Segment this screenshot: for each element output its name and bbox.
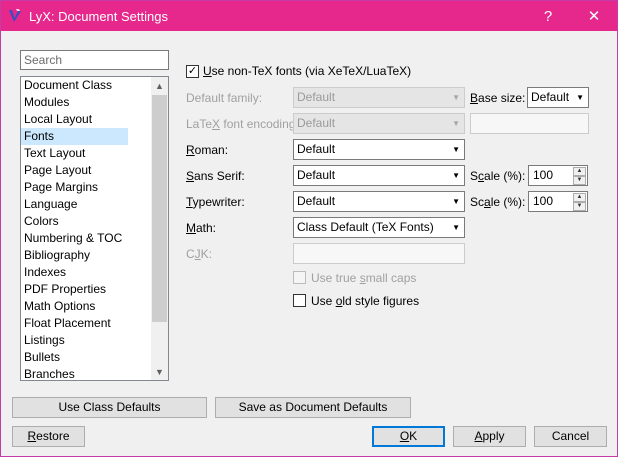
cjk-label: CJK: <box>186 247 213 261</box>
sidebar-item-indexes[interactable]: Indexes <box>21 264 128 281</box>
sidebar-item-math-options[interactable]: Math Options <box>21 298 128 315</box>
category-scrollbar[interactable]: ▲ ▼ <box>151 77 168 380</box>
chevron-down-icon: ▼ <box>452 223 460 232</box>
roman-font-select[interactable]: Default ▼ <box>293 139 465 160</box>
title-bar[interactable]: LyX: Document Settings ? ✕ <box>1 1 617 31</box>
sidebar-item-pdf-properties[interactable]: PDF Properties <box>21 281 128 298</box>
scroll-up-icon[interactable]: ▲ <box>151 77 168 94</box>
save-document-defaults-button[interactable]: Save as Document Defaults <box>215 397 411 418</box>
chevron-down-icon: ▼ <box>576 93 584 102</box>
close-icon[interactable]: ✕ <box>571 1 617 31</box>
sidebar-item-listings[interactable]: Listings <box>21 332 128 349</box>
sidebar-item-bibliography[interactable]: Bibliography <box>21 247 128 264</box>
typewriter-scale-label: Scale (%): <box>470 195 526 209</box>
typewriter-label: Typewriter: <box>186 195 245 209</box>
sans-scale-spinbox[interactable]: 100 ▲ ▼ <box>528 165 588 186</box>
sidebar-item-modules[interactable]: Modules <box>21 94 128 111</box>
sidebar-item-local-layout[interactable]: Local Layout <box>21 111 128 128</box>
latex-encoding-label: LaTeX font encoding: <box>186 117 299 131</box>
spin-down-icon[interactable]: ▼ <box>573 176 586 185</box>
restore-button[interactable]: Restore <box>12 426 85 447</box>
chevron-down-icon: ▼ <box>452 119 460 128</box>
sidebar-item-text-layout[interactable]: Text Layout <box>21 145 128 162</box>
latex-encoding-field[interactable] <box>470 113 589 134</box>
sidebar-item-fonts[interactable]: Fonts <box>21 128 128 145</box>
scroll-down-icon[interactable]: ▼ <box>151 363 168 380</box>
latex-encoding-select[interactable]: Default ▼ <box>293 113 465 134</box>
use-class-defaults-button[interactable]: Use Class Defaults <box>12 397 207 418</box>
math-label: Math: <box>186 221 217 235</box>
sidebar-item-page-layout[interactable]: Page Layout <box>21 162 128 179</box>
sidebar-item-document-class[interactable]: Document Class <box>21 77 128 94</box>
cancel-button[interactable]: Cancel <box>534 426 607 447</box>
chevron-down-icon: ▼ <box>452 171 460 180</box>
use-nontex-fonts-checkbox[interactable]: ✓ <box>186 65 199 78</box>
chevron-down-icon: ▼ <box>452 93 460 102</box>
sidebar-item-colors[interactable]: Colors <box>21 213 128 230</box>
base-size-label: Base size: <box>470 91 526 105</box>
math-font-select[interactable]: Class Default (TeX Fonts) ▼ <box>293 217 465 238</box>
default-family-label: Default family: <box>186 91 263 105</box>
lyx-app-icon <box>9 9 21 22</box>
sidebar-item-bullets[interactable]: Bullets <box>21 349 128 366</box>
check-icon: ✓ <box>187 65 198 77</box>
search-input[interactable]: Search <box>20 50 169 70</box>
true-small-caps-checkbox[interactable] <box>293 271 306 284</box>
sidebar-item-branches[interactable]: Branches <box>21 366 128 380</box>
chevron-down-icon: ▼ <box>452 145 460 154</box>
chevron-down-icon: ▼ <box>452 197 460 206</box>
use-nontex-fonts-label: Use non-TeX fonts (via XeTeX/LuaTeX) <box>203 64 412 78</box>
help-button[interactable]: ? <box>525 1 571 31</box>
sans-scale-label: Scale (%): <box>470 169 526 183</box>
typewriter-font-select[interactable]: Default ▼ <box>293 191 465 212</box>
sans-serif-label: Sans Serif: <box>186 169 245 183</box>
document-settings-window: LyX: Document Settings ? ✕ Search Docume… <box>0 0 618 457</box>
apply-button[interactable]: Apply <box>453 426 526 447</box>
spin-down-icon[interactable]: ▼ <box>573 202 586 211</box>
sidebar-item-float-placement[interactable]: Float Placement <box>21 315 128 332</box>
default-family-select[interactable]: Default ▼ <box>293 87 465 108</box>
old-style-figures-checkbox[interactable] <box>293 294 306 307</box>
sidebar-item-page-margins[interactable]: Page Margins <box>21 179 128 196</box>
sidebar-item-language[interactable]: Language <box>21 196 128 213</box>
sans-serif-font-select[interactable]: Default ▼ <box>293 165 465 186</box>
window-title: LyX: Document Settings <box>29 9 168 24</box>
spin-up-icon[interactable]: ▲ <box>573 167 586 176</box>
base-size-select[interactable]: Default ▼ <box>527 87 589 108</box>
typewriter-scale-spinbox[interactable]: 100 ▲ ▼ <box>528 191 588 212</box>
true-small-caps-label: Use true small caps <box>311 271 417 285</box>
cjk-input[interactable] <box>293 243 465 264</box>
ok-button[interactable]: OK <box>372 426 445 447</box>
category-list[interactable]: Document Class Modules Local Layout Font… <box>20 76 169 381</box>
spin-up-icon[interactable]: ▲ <box>573 193 586 202</box>
sidebar-item-numbering-toc[interactable]: Numbering & TOC <box>21 230 128 247</box>
old-style-figures-label: Use old style figures <box>311 294 420 308</box>
roman-label: Roman: <box>186 143 229 157</box>
scrollbar-thumb[interactable] <box>152 95 167 322</box>
